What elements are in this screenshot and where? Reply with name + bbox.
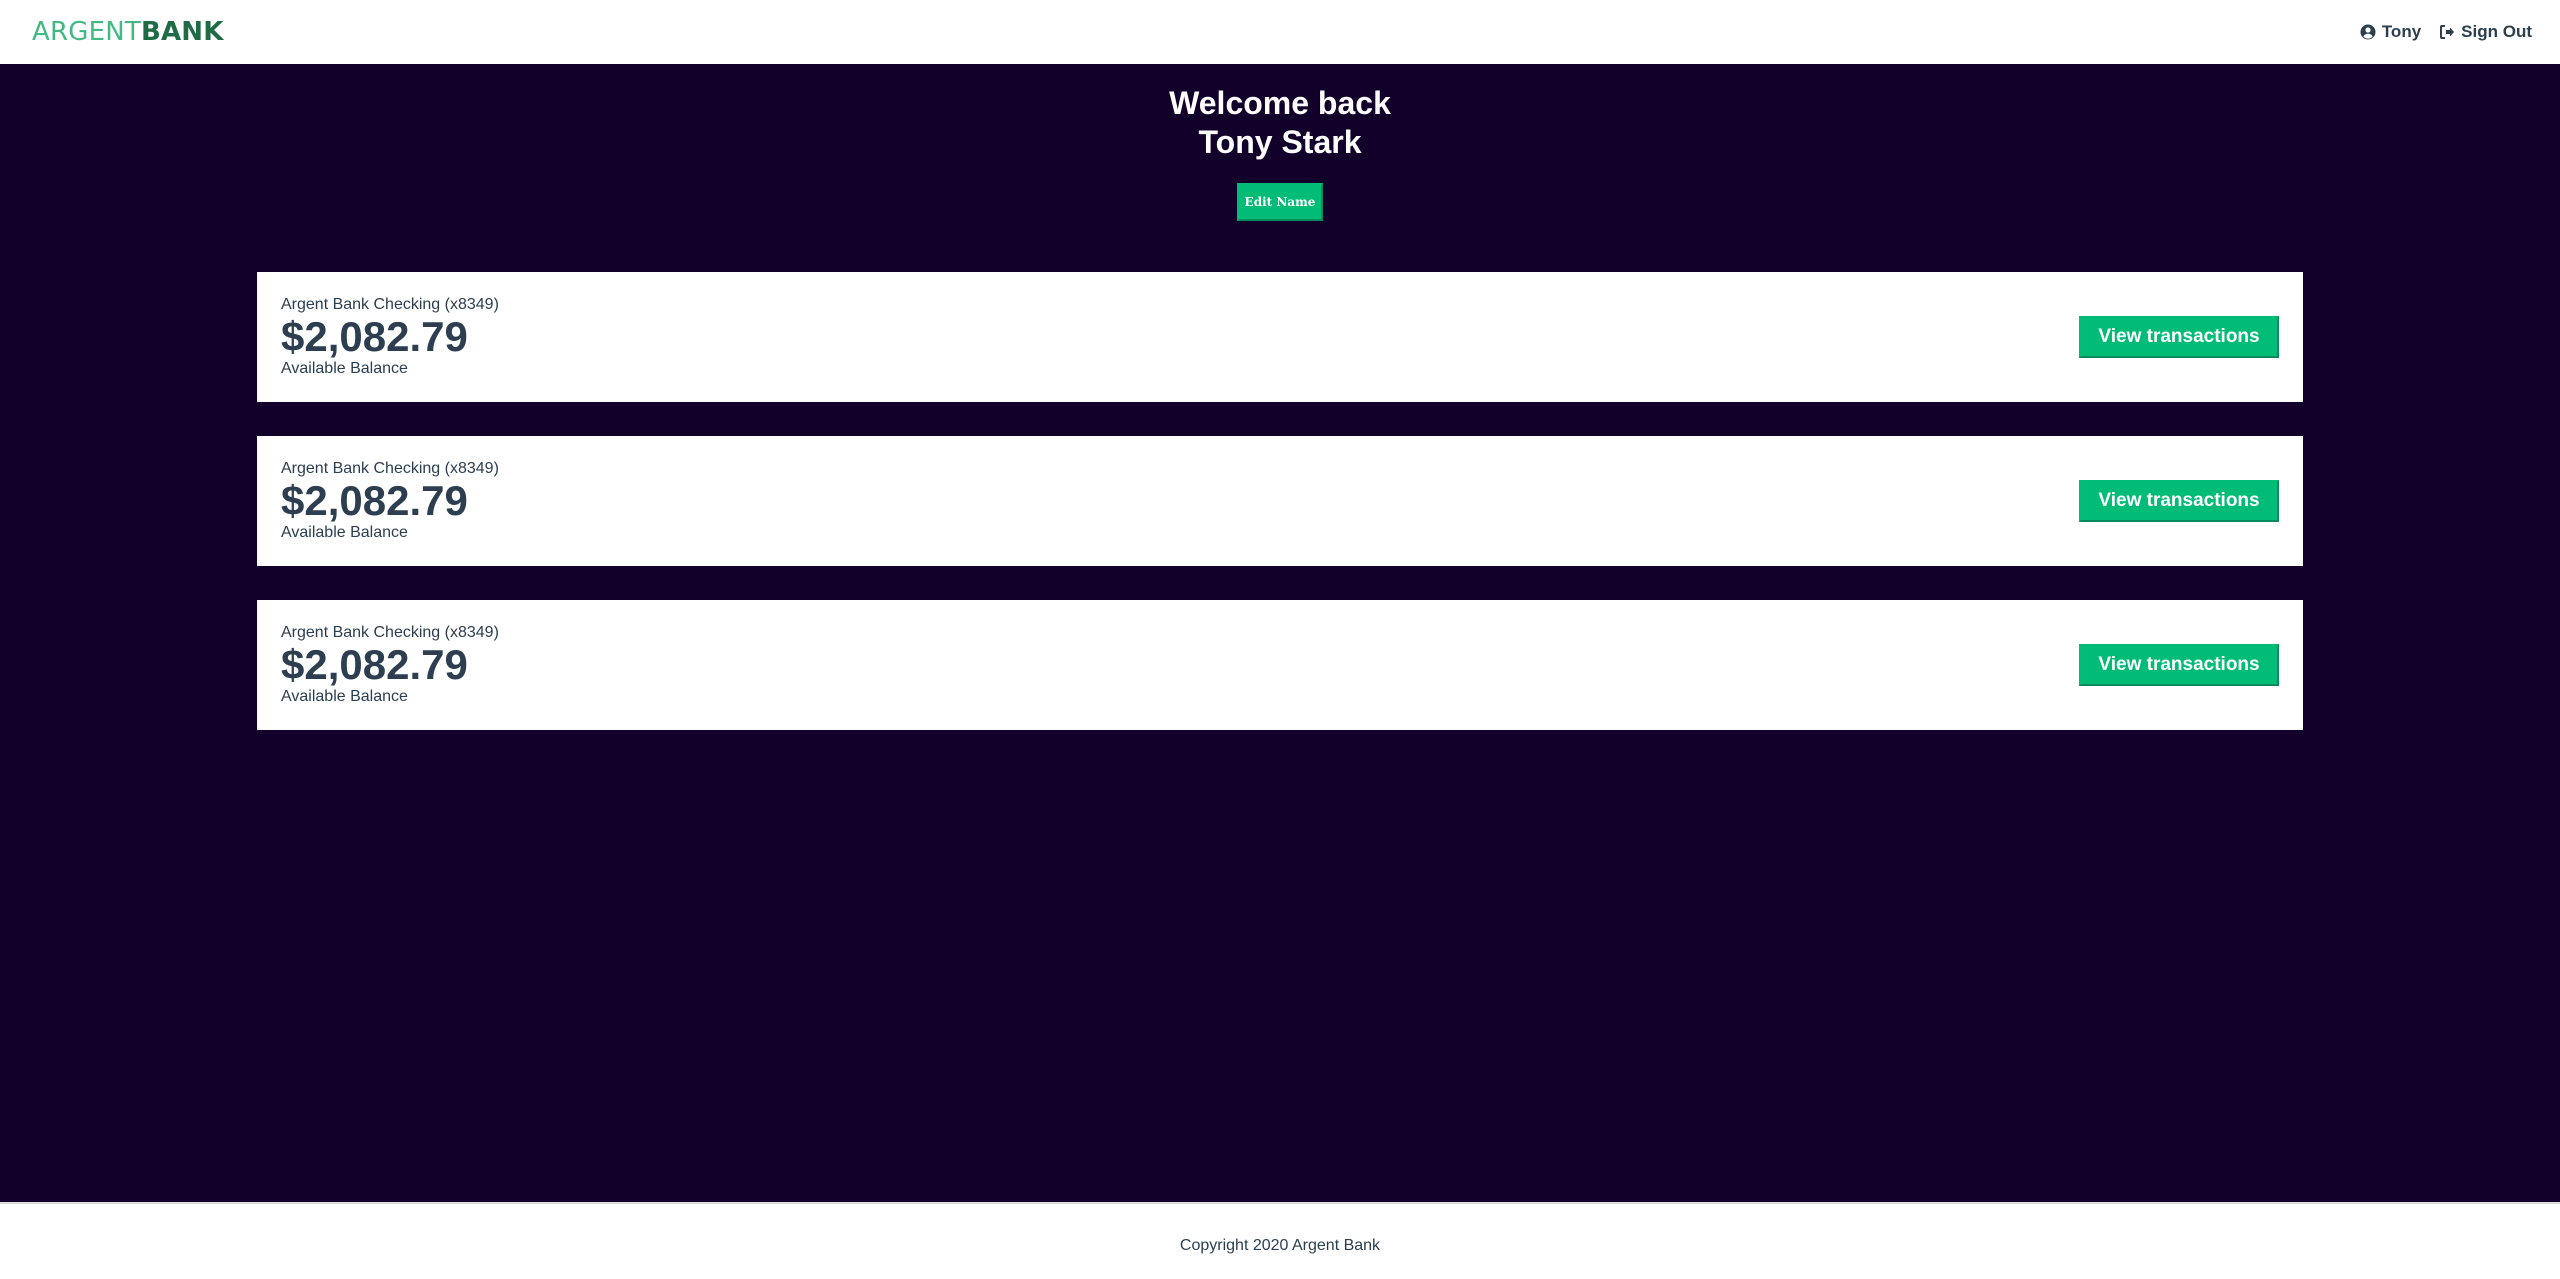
account-card: Argent Bank Checking (x8349) $2,082.79 A…: [257, 436, 2303, 566]
account-title: Argent Bank Checking (x8349): [281, 460, 499, 477]
account-amount: $2,082.79: [281, 477, 468, 524]
logo-text-argent: ARGENT: [32, 17, 141, 47]
sign-out-icon: [2440, 25, 2455, 39]
account-title: Argent Bank Checking (x8349): [281, 296, 499, 313]
account-description: Available Balance: [281, 524, 408, 541]
user-profile-link[interactable]: Tony: [2360, 22, 2421, 42]
account-amount: $2,082.79: [281, 313, 468, 360]
account-title: Argent Bank Checking (x8349): [281, 624, 499, 641]
account-info: Argent Bank Checking (x8349) $2,082.79 A…: [281, 624, 499, 706]
welcome-header: Welcome back Tony Stark: [0, 84, 2560, 162]
main-nav: ARGENT BANK Tony Sign Out: [0, 0, 2560, 64]
user-name-label: Tony: [2381, 22, 2422, 41]
account-card: Argent Bank Checking (x8349) $2,082.79 A…: [257, 272, 2303, 402]
main-content: Welcome back Tony Stark Edit Name Argent…: [0, 64, 2560, 1202]
logo-text-bank: BANK: [140, 17, 224, 47]
view-transactions-button[interactable]: View transactions: [2079, 316, 2279, 358]
view-transactions-button[interactable]: View transactions: [2079, 644, 2279, 686]
nav-user-menu: Tony Sign Out: [2360, 22, 2532, 42]
account-amount: $2,082.79: [281, 641, 468, 688]
user-circle-icon: [2360, 24, 2376, 40]
account-description: Available Balance: [281, 360, 408, 377]
edit-name-button[interactable]: Edit Name: [1237, 183, 1323, 221]
footer: Copyright 2020 Argent Bank: [0, 1202, 2560, 1279]
account-description: Available Balance: [281, 688, 408, 705]
welcome-title: Welcome back Tony Stark: [0, 84, 2560, 162]
copyright-text: Copyright 2020 Argent Bank: [1179, 1236, 1381, 1254]
argent-bank-logo[interactable]: ARGENT BANK: [32, 17, 224, 47]
account-info: Argent Bank Checking (x8349) $2,082.79 A…: [281, 460, 499, 542]
welcome-greeting: Welcome back: [1169, 85, 1391, 121]
sign-out-label: Sign Out: [2461, 22, 2532, 41]
view-transactions-button[interactable]: View transactions: [2079, 480, 2279, 522]
welcome-user-name: Tony Stark: [1198, 124, 1362, 160]
account-info: Argent Bank Checking (x8349) $2,082.79 A…: [281, 296, 499, 378]
sign-out-link[interactable]: Sign Out: [2439, 22, 2532, 42]
account-card: Argent Bank Checking (x8349) $2,082.79 A…: [257, 600, 2303, 730]
